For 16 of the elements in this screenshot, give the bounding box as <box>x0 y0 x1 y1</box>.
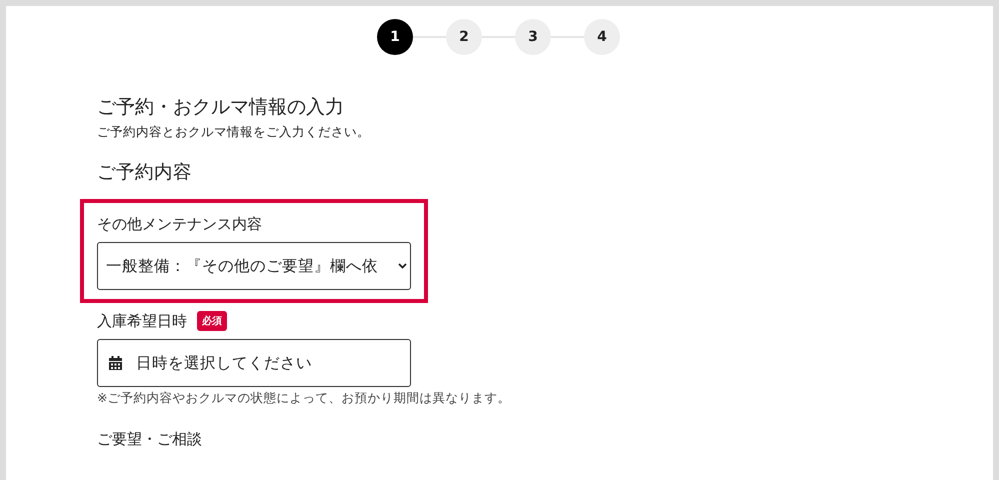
step-indicator: 3 <box>515 19 551 55</box>
page-title: ご予約・おクルマ情報の入力 <box>97 95 345 119</box>
select-field[interactable]: 一般整備：『その他のご要望』欄へ依 <box>97 242 411 290</box>
step-indicator: 4 <box>584 19 620 55</box>
chevron-icon <box>398 263 407 269</box>
field-note: ※ご予約内容やおクルマの状態によって、お預かり期間は異なります。 <box>97 390 512 407</box>
step-indicator: 1 <box>377 19 413 55</box>
step-indicator: 2 <box>446 19 482 55</box>
section-heading: ご予約内容 <box>97 161 193 185</box>
field-label: 入庫希望日時 <box>97 311 187 331</box>
field-label: その他メンテナンス内容 <box>97 214 263 234</box>
page-subtitle: ご予約内容とおクルマ情報をご入力ください。 <box>97 123 371 141</box>
required-badge: 必須 <box>197 311 227 331</box>
field-label: ご要望・ご相談 <box>97 429 203 449</box>
date-field[interactable]: 日時を選択してください <box>97 339 411 387</box>
calendar-icon <box>109 356 122 370</box>
